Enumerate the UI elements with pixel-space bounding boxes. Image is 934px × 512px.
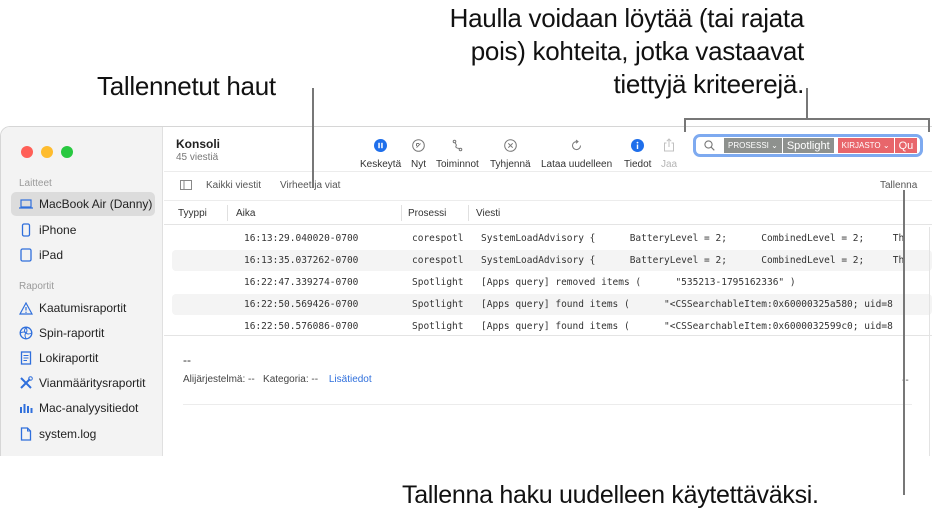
table-row[interactable]: 16:22:47.339274-0700 Spotlight [Apps que… xyxy=(172,272,932,293)
callout-line: Haulla voidaan löytää (tai rajata xyxy=(449,3,805,33)
sidebar-item-log-reports[interactable]: Lokiraportit xyxy=(11,346,155,370)
divider xyxy=(183,404,912,405)
reload-button[interactable]: Lataa uudelleen xyxy=(541,135,612,170)
app-title: Konsoli xyxy=(176,137,220,151)
callout-line xyxy=(684,118,686,132)
detail-message: -- xyxy=(183,353,191,367)
arrow-up-left-circle-icon xyxy=(412,135,425,155)
sidebar-item-label: system.log xyxy=(39,427,97,441)
sidebar-item-mac-analytics[interactable]: Mac-analyysitiedot xyxy=(11,396,155,420)
callout-line xyxy=(684,118,930,120)
table-row[interactable]: 16:22:50.576086-0700 Spotlight [Apps que… xyxy=(172,316,932,337)
table-row[interactable]: 16:13:35.037262-0700 corespotl SystemLoa… xyxy=(172,250,932,271)
ipad-icon xyxy=(19,248,33,262)
sidebar-item-ipad[interactable]: iPad xyxy=(11,243,155,267)
zoom-button[interactable] xyxy=(61,146,73,158)
scrollbar[interactable] xyxy=(929,227,930,456)
search-icon xyxy=(704,140,715,151)
tools-icon xyxy=(19,376,33,390)
saved-search-errors-faults[interactable]: Virheet ja viat xyxy=(280,180,340,191)
laptop-icon xyxy=(19,197,33,211)
search-field[interactable]: PROSESSI ⌄ Spotlight KIRJASTO ⌄ Qu xyxy=(693,134,923,157)
detail-metadata: Alijärjestelmä: -- Kategoria: -- Lisätie… xyxy=(183,374,372,385)
sidebar-item-label: iPad xyxy=(39,248,64,262)
window-controls xyxy=(21,146,73,158)
sidebar-item-label: MacBook Air (Danny) xyxy=(39,197,153,211)
callout-line xyxy=(312,88,314,188)
sidebar-item-label: Vianmääritysraportit xyxy=(39,376,146,390)
sidebar-item-label: Spin-raportit xyxy=(39,326,105,340)
callout-search-info: Haulla voidaan löytää (tai rajata pois) … xyxy=(384,2,805,101)
callout-line xyxy=(903,190,905,495)
saved-search-all-messages[interactable]: Kaikki viestit xyxy=(206,180,261,191)
column-header-type[interactable]: Tyyppi xyxy=(178,208,207,219)
spin-icon xyxy=(19,326,33,340)
search-token-type[interactable]: KIRJASTO ⌄ xyxy=(837,138,894,153)
sidebar-item-label: Lokiraportit xyxy=(39,351,99,365)
info-button[interactable]: Tiedot xyxy=(624,135,651,170)
column-divider[interactable] xyxy=(401,205,402,221)
sidebar-item-macbook[interactable]: MacBook Air (Danny) xyxy=(11,192,155,216)
pause-icon xyxy=(374,135,388,155)
table-row[interactable]: 16:13:29.040020-0700 corespotl SystemLoa… xyxy=(172,228,932,249)
column-divider[interactable] xyxy=(468,205,469,221)
clear-x-circle-icon xyxy=(503,135,517,155)
sidebar: Laitteet MacBook Air (Danny) iPhone iPad… xyxy=(1,127,163,456)
sidebar-item-spin-reports[interactable]: Spin-raportit xyxy=(11,321,155,345)
callout-saved-searches: Tallennetut haut xyxy=(97,71,276,101)
column-divider[interactable] xyxy=(227,205,228,221)
sidebar-item-diagnostic-reports[interactable]: Vianmääritysraportit xyxy=(11,371,155,395)
column-header-time[interactable]: Aika xyxy=(236,208,255,219)
sidebar-section-devices: Laitteet xyxy=(19,178,52,189)
warning-icon xyxy=(19,301,33,315)
detail-subsystem: Alijärjestelmä: -- xyxy=(183,374,255,385)
save-search-button[interactable]: Tallenna xyxy=(880,180,917,191)
minimize-button[interactable] xyxy=(41,146,53,158)
callout-save-search: Tallenna haku uudelleen käytettäväksi. xyxy=(402,481,819,509)
share-button[interactable]: Jaa xyxy=(661,135,677,170)
search-token-value[interactable]: Spotlight xyxy=(782,138,834,153)
sidebar-item-crash-reports[interactable]: Kaatumisraportit xyxy=(11,296,155,320)
close-button[interactable] xyxy=(21,146,33,158)
divider xyxy=(164,335,932,336)
column-header-message[interactable]: Viesti xyxy=(476,208,500,219)
activities-icon xyxy=(451,135,464,155)
callout-line xyxy=(928,118,930,132)
now-button[interactable]: Nyt xyxy=(411,135,426,170)
sidebar-item-label: Mac-analyysitiedot xyxy=(39,401,139,415)
callout-line: pois) kohteita, jotka vastaavat xyxy=(470,36,805,66)
table-header: Tyyppi Aika Prosessi Viesti xyxy=(164,200,932,225)
main-panel: Konsoli 45 viestiä Keskeytä Nyt Toiminno… xyxy=(164,127,932,456)
message-count: 45 viestiä xyxy=(176,152,219,163)
sidebar-item-label: iPhone xyxy=(39,223,77,237)
sidebar-section-reports: Raportit xyxy=(19,281,55,292)
sidebar-item-label: Kaatumisraportit xyxy=(39,301,127,315)
document-icon xyxy=(19,351,33,365)
reload-icon xyxy=(570,135,583,155)
search-token-value[interactable]: Qu xyxy=(894,138,918,153)
file-icon xyxy=(19,427,33,441)
more-info-link[interactable]: Lisätiedot xyxy=(329,374,372,385)
activities-button[interactable]: Toiminnot xyxy=(436,135,479,170)
sidebar-item-iphone[interactable]: iPhone xyxy=(11,218,155,242)
pause-button[interactable]: Keskeytä xyxy=(360,135,401,170)
table-row[interactable]: 16:22:50.569426-0700 Spotlight [Apps que… xyxy=(172,294,932,315)
detail-category: Kategoria: -- xyxy=(263,374,319,385)
console-window: Laitteet MacBook Air (Danny) iPhone iPad… xyxy=(0,126,932,456)
info-icon xyxy=(631,135,645,155)
callout-line xyxy=(806,88,808,119)
chart-icon xyxy=(19,401,33,415)
clear-button[interactable]: Tyhjennä xyxy=(490,135,531,170)
sidebar-item-system-log[interactable]: system.log xyxy=(11,422,155,446)
sidebar-toggle-icon[interactable] xyxy=(180,180,192,193)
search-token-type[interactable]: PROSESSI ⌄ xyxy=(724,138,782,153)
filter-bar: Kaikki viestit Virheet ja viat Tallenna xyxy=(164,172,932,200)
share-icon xyxy=(663,135,675,155)
iphone-icon xyxy=(19,223,33,237)
callout-line: tiettyjä kriteerejä. xyxy=(613,69,804,99)
column-header-process[interactable]: Prosessi xyxy=(408,208,446,219)
